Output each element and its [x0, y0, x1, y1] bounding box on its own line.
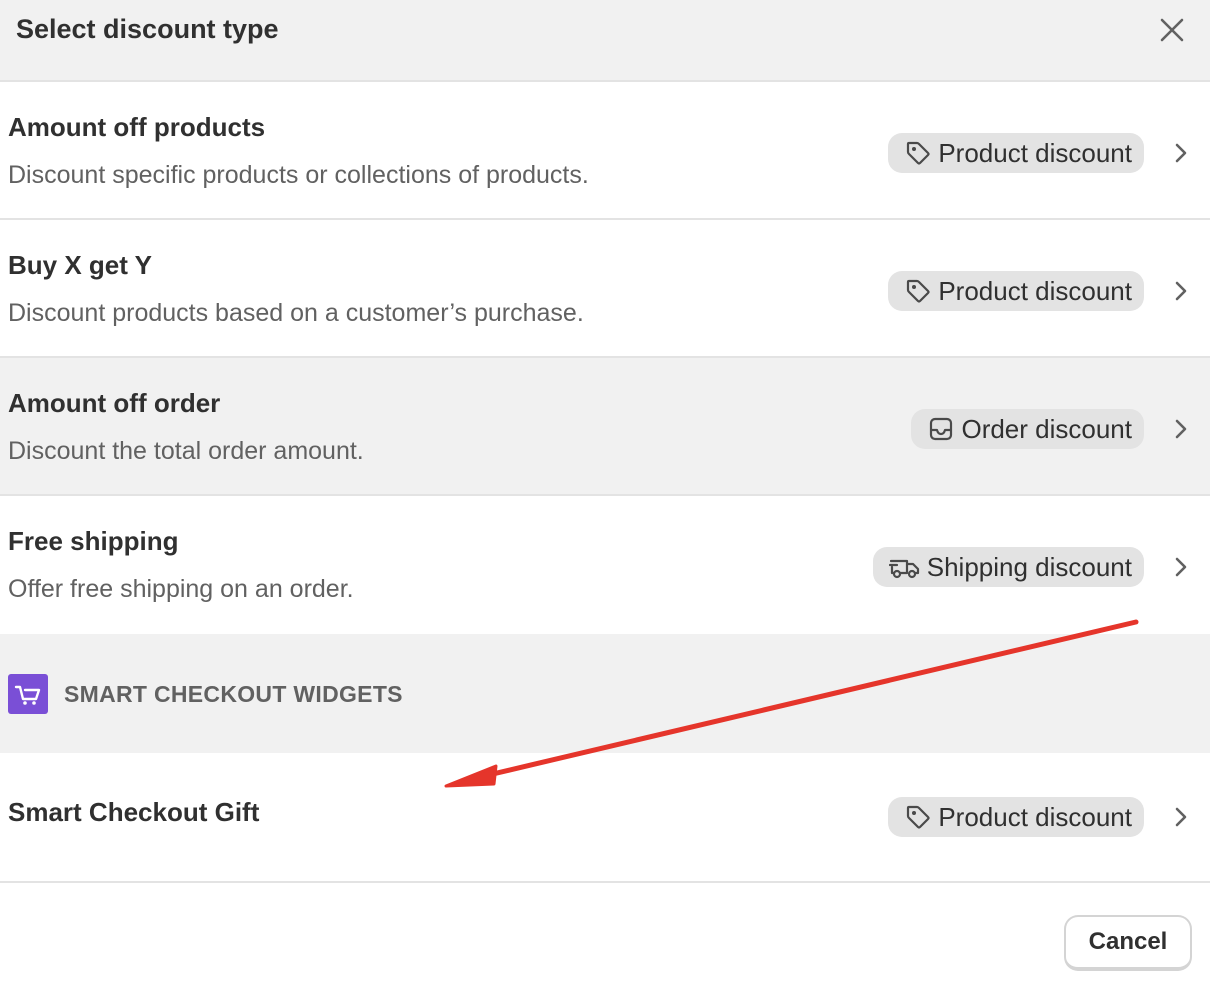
- option-title: Amount off order: [8, 388, 221, 418]
- option-title: Free shipping: [8, 526, 179, 556]
- discount-option-buy-x-get-y[interactable]: Buy X get Y Discount products based on a…: [0, 220, 1210, 358]
- inbox-icon: [930, 417, 953, 441]
- badge-label: Order discount: [961, 414, 1132, 444]
- cancel-button[interactable]: Cancel: [1064, 915, 1192, 971]
- tag-icon: [907, 141, 930, 165]
- smart-checkout-logo: [8, 674, 48, 714]
- tag-icon: [907, 279, 930, 303]
- badge-label: Product discount: [938, 276, 1132, 306]
- option-description: Discount the total order amount.: [8, 437, 364, 465]
- chevron-right-icon: [1175, 281, 1187, 301]
- badge-label: Product discount: [938, 138, 1132, 168]
- option-title: Buy X get Y: [8, 250, 153, 280]
- discount-option-amount-off-products[interactable]: Amount off products Discount specific pr…: [0, 82, 1210, 220]
- discount-option-smart-checkout-gift[interactable]: Smart Checkout Gift Product discount: [0, 753, 1210, 883]
- app-section-label: SMART CHECKOUT WIDGETS: [64, 681, 403, 707]
- option-description: Offer free shipping on an order.: [8, 575, 354, 603]
- close-icon: [1160, 18, 1184, 42]
- badge-label: Product discount: [938, 802, 1132, 832]
- option-title: Amount off products: [8, 112, 266, 142]
- discount-option-free-shipping[interactable]: Free shipping Offer free shipping on an …: [0, 496, 1210, 634]
- product-discount-badge: Product discount: [888, 271, 1144, 311]
- order-discount-badge: Order discount: [911, 409, 1144, 449]
- chevron-right-icon: [1175, 557, 1187, 577]
- chevron-right-icon: [1175, 419, 1187, 439]
- discount-option-amount-off-order[interactable]: Amount off order Discount the total orde…: [0, 358, 1210, 496]
- app-section-header: SMART CHECKOUT WIDGETS: [0, 634, 1210, 753]
- option-description: Discount specific products or collection…: [8, 161, 589, 189]
- option-title: Smart Checkout Gift: [8, 797, 260, 827]
- product-discount-badge: Product discount: [888, 133, 1144, 173]
- truck-icon: [888, 559, 919, 579]
- tag-icon: [907, 805, 930, 829]
- cart-icon: [14, 685, 41, 705]
- modal-title: Select discount type: [16, 14, 279, 44]
- chevron-right-icon: [1175, 807, 1187, 827]
- badge-label: Shipping discount: [926, 552, 1132, 582]
- modal-footer: Cancel: [0, 883, 1210, 996]
- option-description: Discount products based on a customer’s …: [8, 299, 584, 327]
- chevron-right-icon: [1175, 143, 1187, 163]
- product-discount-badge: Product discount: [888, 797, 1144, 837]
- shipping-discount-badge: Shipping discount: [872, 547, 1144, 587]
- close-button[interactable]: [1154, 12, 1190, 48]
- modal-header: Select discount type: [0, 0, 1210, 82]
